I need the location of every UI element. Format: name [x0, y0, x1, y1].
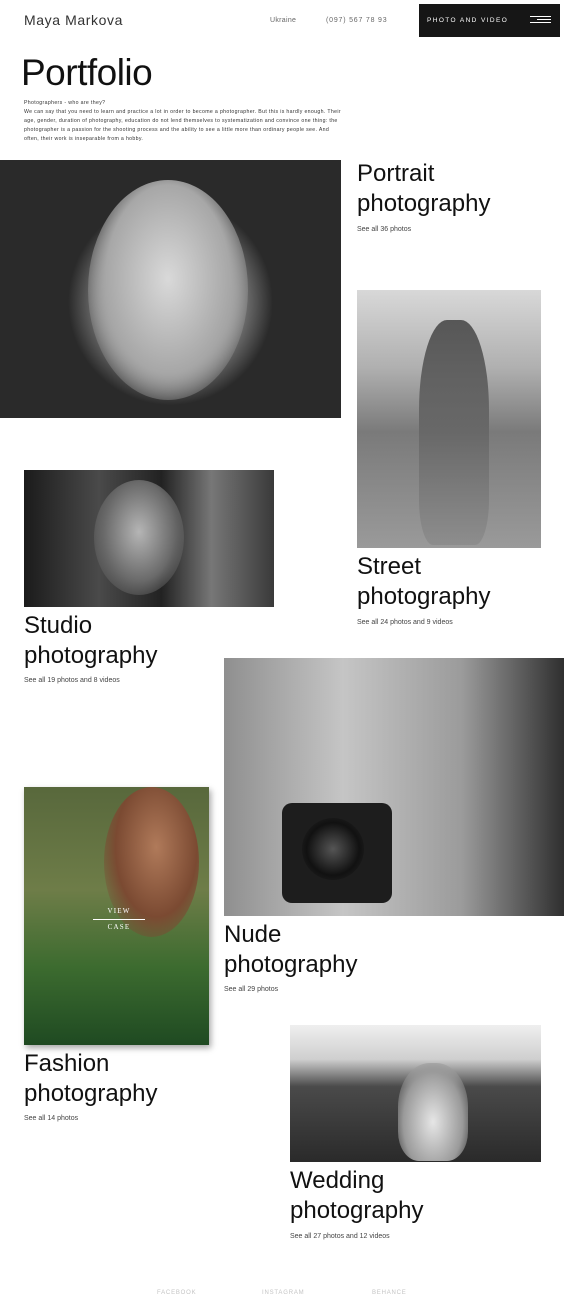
behance-link[interactable]: BEHANCE: [372, 1290, 407, 1296]
instagram-link[interactable]: INSTAGRAM: [262, 1290, 304, 1296]
portrait-face-shape: [88, 180, 248, 400]
street-figure-shape: [419, 320, 489, 545]
studio-title-line2: photography: [24, 641, 158, 669]
nude-category-title[interactable]: Nude photography: [224, 920, 357, 979]
fashion-title-line1: Fashion: [24, 1050, 110, 1077]
studio-category-title[interactable]: Studio photography: [24, 611, 157, 670]
wedding-category-title[interactable]: Wedding photography: [290, 1166, 423, 1225]
portrait-category-title[interactable]: Portrait photography: [357, 159, 490, 218]
wedding-see-all-link[interactable]: See all 27 photos and 12 videos: [290, 1233, 390, 1240]
case-label: CASE: [107, 923, 131, 931]
view-label: VIEW: [107, 907, 131, 915]
fashion-category-title[interactable]: Fashion photography: [24, 1049, 157, 1108]
nude-see-all-link[interactable]: See all 29 photos: [224, 986, 278, 993]
portrait-title-line1: Portrait: [357, 160, 435, 187]
fashion-title-line2: photography: [24, 1079, 158, 1107]
wedding-title-line1: Wedding: [290, 1167, 385, 1194]
wedding-photo[interactable]: [290, 1025, 541, 1162]
view-case-overlay[interactable]: VIEW CASE: [93, 904, 145, 935]
studio-see-all-link[interactable]: See all 19 photos and 8 videos: [24, 677, 120, 684]
camera-lens-shape: [302, 818, 364, 880]
location-text: Ukraine: [270, 17, 297, 24]
street-title-line2: photography: [357, 582, 491, 610]
portrait-photo[interactable]: [0, 160, 341, 418]
facebook-link[interactable]: FACEBOOK: [157, 1290, 196, 1296]
studio-title-line1: Studio: [24, 612, 93, 639]
page-title: Portfolio: [21, 52, 153, 93]
studio-face-shape: [94, 480, 184, 595]
hamburger-menu-icon: [530, 16, 551, 24]
nude-photo[interactable]: [224, 658, 564, 916]
fashion-photo[interactable]: VIEW CASE: [24, 787, 209, 1045]
portrait-title-line2: photography: [357, 189, 491, 217]
street-see-all-link[interactable]: See all 24 photos and 9 videos: [357, 619, 453, 626]
studio-photo[interactable]: [24, 470, 274, 607]
overlay-divider: [93, 919, 145, 920]
wedding-figure-shape: [398, 1063, 468, 1161]
brand-logo[interactable]: Maya Markova: [24, 12, 123, 28]
street-title-line1: Street: [357, 553, 422, 580]
menu-button-label: PHOTO AND VIDEO: [427, 17, 509, 24]
fashion-see-all-link[interactable]: See all 14 photos: [24, 1115, 78, 1122]
intro-text: Photographers - who are they? We can say…: [24, 100, 341, 142]
portrait-see-all-link[interactable]: See all 36 photos: [357, 226, 411, 233]
phone-number[interactable]: (097) 567 78 93: [326, 17, 387, 24]
nude-title-line2: photography: [224, 950, 358, 978]
menu-button[interactable]: PHOTO AND VIDEO: [419, 4, 560, 37]
street-photo[interactable]: [357, 290, 541, 548]
street-category-title[interactable]: Street photography: [357, 552, 490, 611]
wedding-title-line2: photography: [290, 1196, 424, 1224]
nude-title-line1: Nude: [224, 921, 282, 948]
